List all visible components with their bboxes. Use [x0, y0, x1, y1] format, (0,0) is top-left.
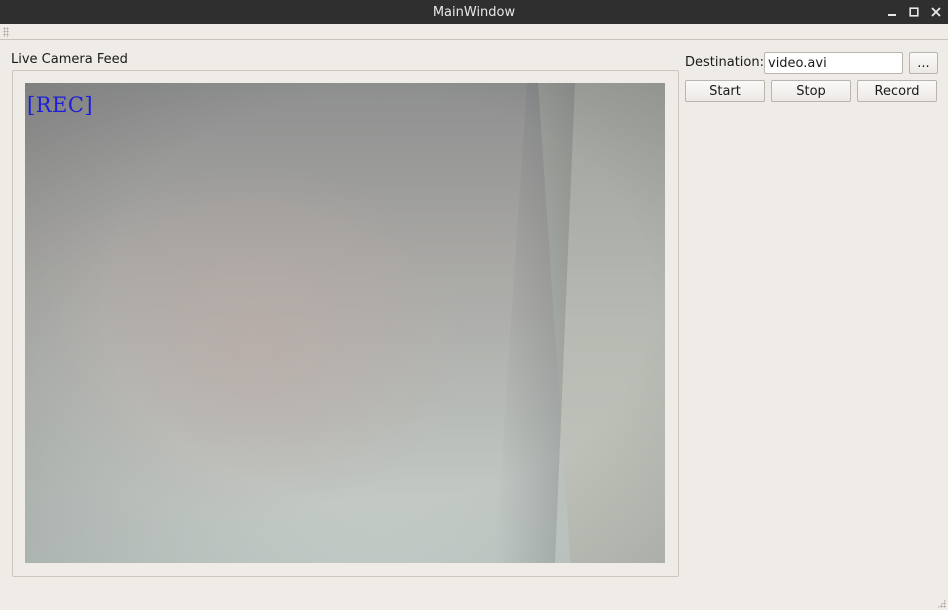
resize-grip[interactable] [937, 599, 946, 608]
maximize-icon[interactable] [908, 6, 920, 18]
rec-overlay: [REC] [27, 93, 94, 117]
window-controls [886, 0, 942, 24]
title-bar[interactable]: MainWindow [0, 0, 948, 24]
browse-button[interactable]: ... [909, 52, 938, 74]
toolbar-area [0, 24, 948, 40]
minimize-icon[interactable] [886, 6, 898, 18]
destination-label: Destination: [685, 55, 764, 70]
camera-feed-vignette [25, 83, 665, 563]
destination-input[interactable] [764, 52, 903, 74]
camera-group-title: Live Camera Feed [11, 52, 128, 67]
record-button[interactable]: Record [857, 80, 937, 102]
start-button[interactable]: Start [685, 80, 765, 102]
window-title: MainWindow [432, 4, 516, 20]
camera-feed: [REC] [25, 83, 665, 563]
stop-button[interactable]: Stop [771, 80, 851, 102]
close-icon[interactable] [930, 6, 942, 18]
toolbar-grip[interactable] [3, 27, 9, 37]
